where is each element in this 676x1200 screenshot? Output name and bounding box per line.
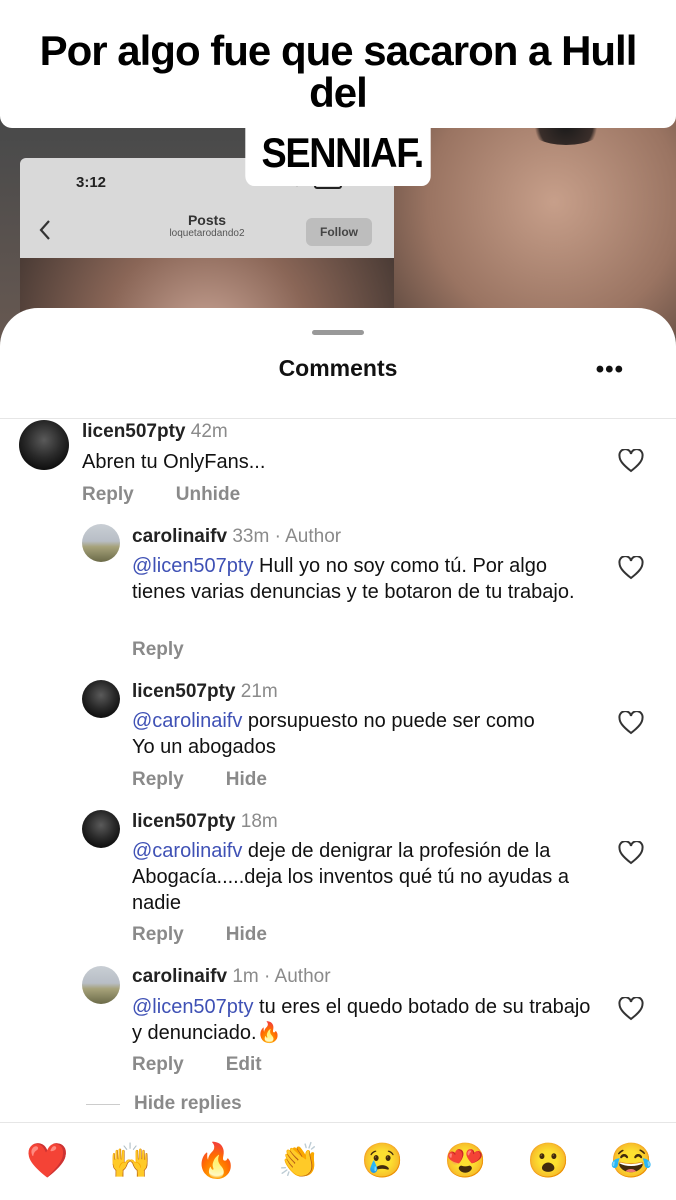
avatar[interactable] — [82, 524, 120, 562]
story-caption: Por algo fue que sacaron a Hull del SENN… — [0, 0, 676, 186]
comment-username[interactable]: licen507pty 21m — [132, 681, 278, 703]
like-heart-icon[interactable] — [618, 840, 644, 867]
comment-time: 42m — [190, 421, 228, 442]
avatar[interactable] — [82, 966, 120, 1004]
username-text[interactable]: carolinaifv — [132, 526, 227, 547]
emoji-raising-hands[interactable]: 🙌 — [109, 1141, 151, 1181]
comment-actions: Reply Hide — [132, 924, 309, 946]
sheet-drag-handle[interactable] — [312, 330, 364, 335]
comment-time: 18m — [240, 811, 278, 832]
hide-replies-line — [86, 1103, 120, 1105]
comment-time: 1m · Author — [232, 966, 331, 987]
like-heart-icon[interactable] — [618, 996, 644, 1023]
comment-username[interactable]: licen507pty 18m — [132, 811, 278, 833]
comment-time: 21m — [240, 681, 278, 702]
mention-link[interactable]: @carolinaifv — [132, 710, 242, 732]
emoji-fire[interactable]: 🔥 — [195, 1141, 237, 1181]
hide-button[interactable]: Hide — [226, 769, 267, 790]
edit-button[interactable]: Edit — [226, 1054, 262, 1075]
emoji-reaction-bar: ❤️ 🙌 🔥 👏 😢 😍 😮 😂 — [0, 1122, 676, 1200]
emoji-heart-eyes[interactable]: 😍 — [444, 1141, 486, 1181]
comments-sheet: Comments ••• licen507pty 42m Abren tu On… — [0, 308, 676, 1200]
hide-button[interactable]: Hide — [226, 924, 267, 945]
comment-text: Abren tu OnlyFans... — [82, 449, 582, 475]
reply-button[interactable]: Reply — [132, 639, 184, 660]
emoji-clapping[interactable]: 👏 — [278, 1141, 320, 1181]
unhide-button[interactable]: Unhide — [176, 484, 240, 505]
comment-actions: Reply Hide — [132, 769, 309, 791]
reply-button[interactable]: Reply — [132, 1054, 184, 1075]
comment-body: Abren tu OnlyFans... — [82, 451, 266, 473]
emoji-heart[interactable]: ❤️ — [26, 1141, 68, 1181]
caption-line-2: SENNIAF. — [245, 126, 431, 186]
embedded-follow-button: Follow — [306, 218, 372, 246]
reply-button[interactable]: Reply — [132, 769, 184, 790]
caption-line-1: Por algo fue que sacaron a Hull del — [0, 0, 676, 128]
emoji-laughing[interactable]: 😂 — [610, 1141, 652, 1181]
sheet-title: Comments — [278, 355, 398, 381]
comment-text: @carolinaifv deje de denigrar la profesi… — [132, 838, 602, 916]
emoji-crying[interactable]: 😢 — [361, 1141, 403, 1181]
username-text[interactable]: licen507pty — [82, 421, 186, 442]
comment-text: @carolinaifv porsupuesto no puede ser co… — [132, 708, 552, 760]
username-text[interactable]: licen507pty — [132, 681, 236, 702]
reply-button[interactable]: Reply — [82, 484, 134, 505]
username-text[interactable]: licen507pty — [132, 811, 236, 832]
sheet-divider — [0, 418, 676, 419]
mention-link[interactable]: @licen507pty — [132, 996, 253, 1018]
comment-username[interactable]: carolinaifv 33m · Author — [132, 526, 341, 548]
reply-button[interactable]: Reply — [132, 924, 184, 945]
more-options-icon[interactable]: ••• — [596, 356, 624, 384]
like-heart-icon[interactable] — [618, 710, 644, 737]
avatar[interactable] — [19, 420, 69, 470]
hide-replies-label[interactable]: Hide replies — [134, 1093, 242, 1115]
mention-link[interactable]: @licen507pty — [132, 555, 253, 577]
username-text[interactable]: carolinaifv — [132, 966, 227, 987]
comment-time: 33m · Author — [232, 526, 342, 547]
comment-actions: Reply Edit — [132, 1054, 304, 1076]
like-heart-icon[interactable] — [618, 448, 644, 475]
comment-text: @licen507pty tu eres el quedo botado de … — [132, 994, 592, 1046]
comment-actions: Reply — [132, 639, 226, 661]
avatar[interactable] — [82, 680, 120, 718]
embedded-nav-bar: Posts loquetarodando2 Follow — [20, 206, 394, 258]
mention-link[interactable]: @carolinaifv — [132, 840, 242, 862]
avatar[interactable] — [82, 810, 120, 848]
comment-username[interactable]: licen507pty 42m — [82, 421, 228, 443]
hide-replies-button[interactable]: Hide replies — [86, 1093, 242, 1115]
comment-username[interactable]: carolinaifv 1m · Author — [132, 966, 331, 988]
like-heart-icon[interactable] — [618, 555, 644, 582]
comment-actions: Reply Unhide — [82, 484, 282, 506]
comment-text: @licen507pty Hull yo no soy como tú. Por… — [132, 553, 592, 605]
emoji-surprised[interactable]: 😮 — [527, 1141, 569, 1181]
